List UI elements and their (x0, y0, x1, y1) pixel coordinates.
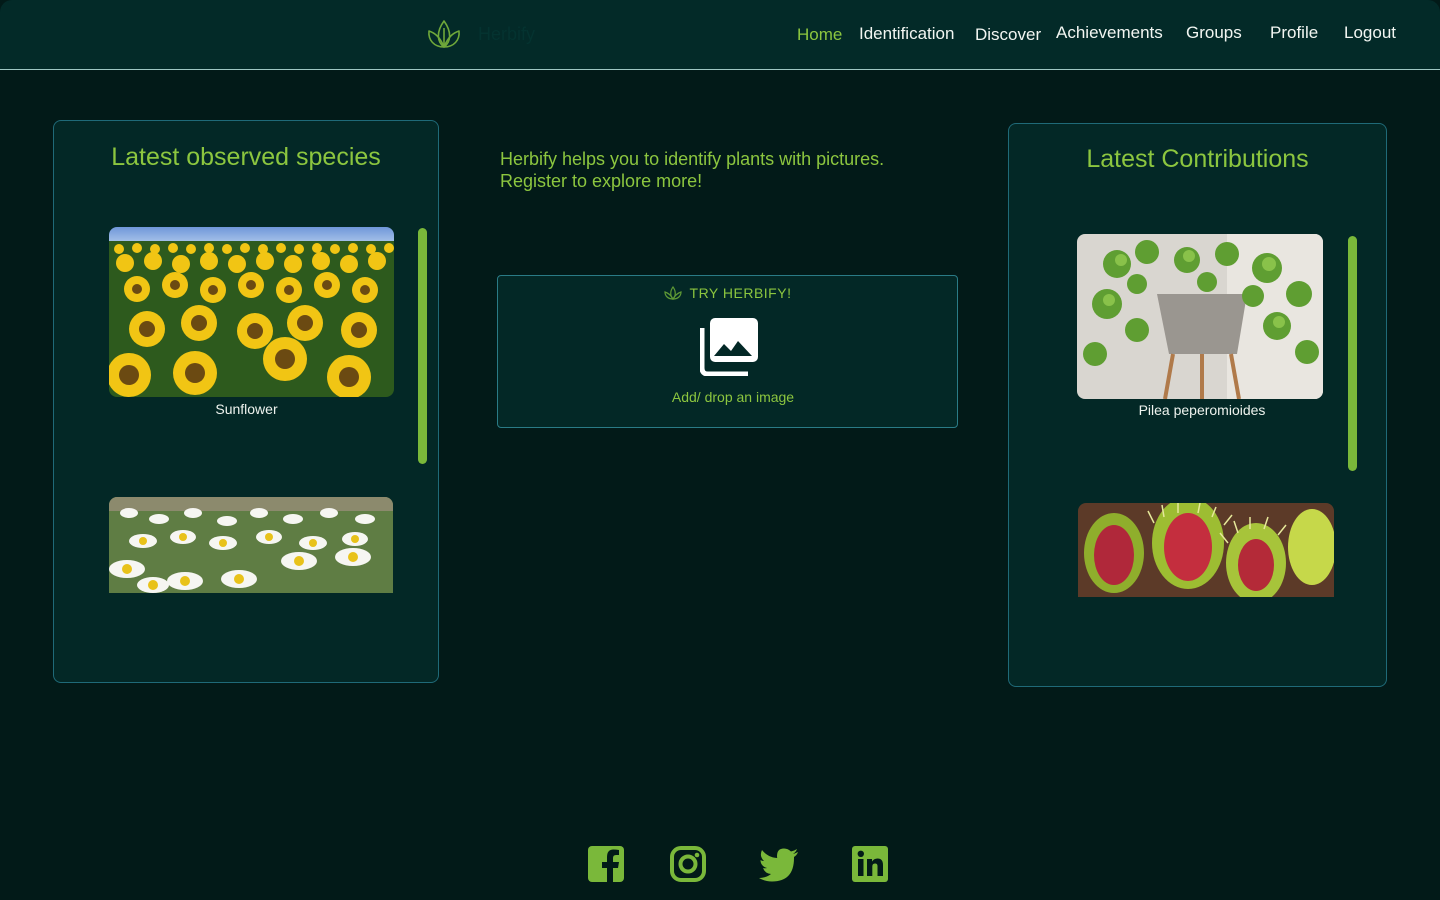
nav-identification[interactable]: Identification (859, 24, 954, 44)
nav-discover[interactable]: Discover (975, 25, 1041, 45)
leaf-icon (663, 285, 682, 300)
nav-achievements[interactable]: Achievements (1056, 23, 1163, 43)
twitter-icon[interactable] (758, 845, 800, 883)
latest-observed-panel: Latest observed species Sunflower (53, 120, 439, 683)
intro-text: Herbify helps you to identify plants wit… (500, 148, 960, 192)
nav-logout[interactable]: Logout (1344, 23, 1396, 43)
intro-line-2: Register to explore more! (500, 171, 703, 191)
linkedin-icon[interactable] (851, 845, 889, 883)
left-panel-scrollbar[interactable] (418, 228, 427, 464)
venus-flytrap-image[interactable] (1078, 503, 1334, 597)
latest-contributions-panel: Latest Contributions Pilea peperomioides (1008, 123, 1387, 687)
try-herbify-label: TRY HERBIFY! (689, 284, 792, 301)
latest-contributions-title: Latest Contributions (1086, 145, 1309, 173)
main-nav: Home Identification Discover Achievement… (0, 22, 1440, 48)
facebook-icon[interactable] (587, 845, 625, 883)
sunflower-caption: Sunflower (215, 401, 278, 417)
top-navbar: Herbify Home Identification Discover Ach… (0, 0, 1440, 70)
sunflower-image[interactable] (109, 227, 394, 397)
daisy-image[interactable] (109, 497, 393, 593)
pilea-caption: Pilea peperomioides (1138, 402, 1266, 418)
intro-line-1: Herbify helps you to identify plants wit… (500, 149, 885, 169)
nav-home[interactable]: Home (797, 25, 842, 45)
nav-profile[interactable]: Profile (1270, 23, 1318, 43)
latest-observed-title: Latest observed species (111, 143, 381, 171)
add-drop-image-label[interactable]: Add/ drop an image (497, 389, 969, 405)
pilea-image[interactable] (1077, 234, 1323, 399)
photo-library-icon[interactable] (700, 316, 760, 376)
nav-groups[interactable]: Groups (1186, 23, 1242, 43)
right-panel-scrollbar[interactable] (1348, 236, 1357, 471)
instagram-icon[interactable] (669, 845, 707, 883)
try-herbify-row: TRY HERBIFY! (498, 284, 957, 302)
